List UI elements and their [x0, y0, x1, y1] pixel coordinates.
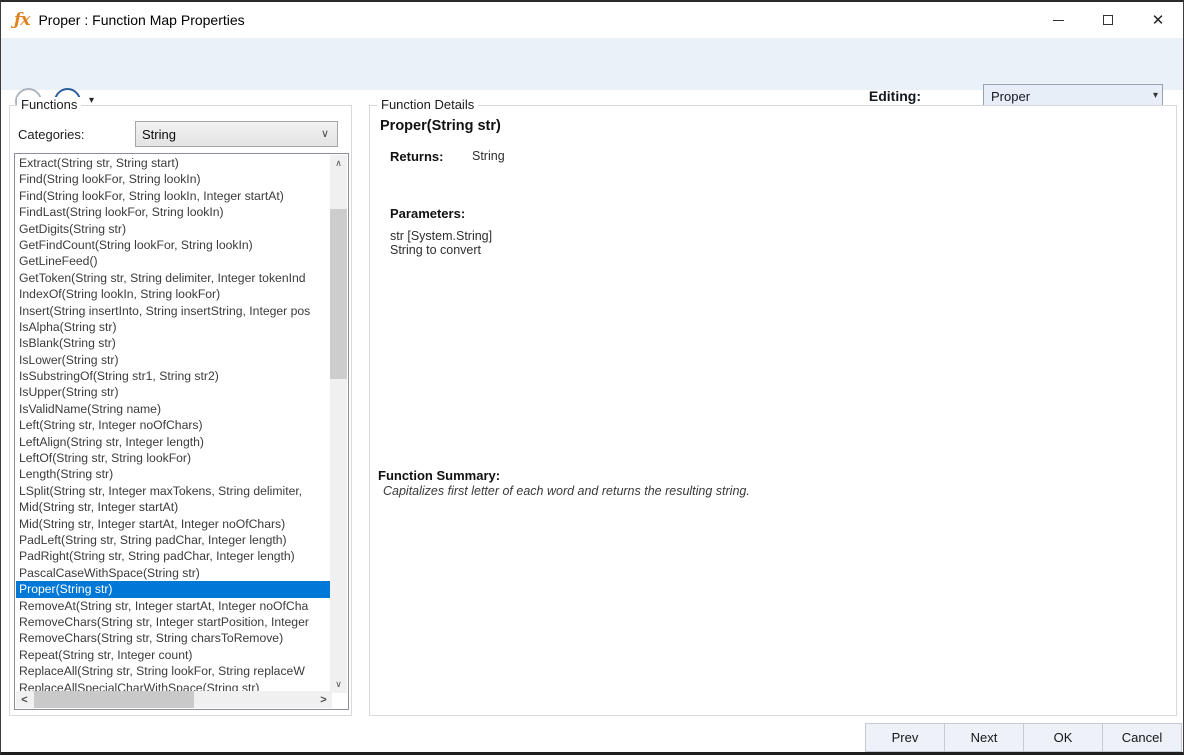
- function-details-group-title: Function Details: [377, 97, 478, 112]
- function-summary-text: Capitalizes first letter of each word an…: [383, 484, 750, 498]
- list-item[interactable]: LSplit(String str, Integer maxTokens, St…: [16, 483, 331, 499]
- list-item[interactable]: IsUpper(String str): [16, 384, 331, 400]
- list-item[interactable]: PadLeft(String str, String padChar, Inte…: [16, 532, 331, 548]
- returns-value: String: [472, 149, 505, 163]
- ok-button[interactable]: OK: [1023, 723, 1103, 752]
- list-item[interactable]: IsSubstringOf(String str1, String str2): [16, 368, 331, 384]
- list-item[interactable]: RemoveChars(String str, String charsToRe…: [16, 630, 331, 646]
- list-item[interactable]: Mid(String str, Integer startAt, Integer…: [16, 516, 331, 532]
- list-item[interactable]: Insert(String insertInto, String insertS…: [16, 303, 331, 319]
- list-item[interactable]: Find(String lookFor, String lookIn, Inte…: [16, 188, 331, 204]
- close-button[interactable]: ✕: [1133, 2, 1183, 38]
- categories-label: Categories:: [18, 127, 84, 142]
- list-item[interactable]: Mid(String str, Integer startAt): [16, 499, 331, 515]
- cancel-button[interactable]: Cancel: [1102, 723, 1182, 752]
- footer-buttons: PrevNextOKCancel: [866, 723, 1182, 752]
- list-item[interactable]: ReplaceAll(String str, String lookFor, S…: [16, 663, 331, 679]
- functions-group: Functions Categories: String ∨ Extract(S…: [9, 105, 352, 716]
- maximize-button[interactable]: [1083, 2, 1133, 38]
- list-item[interactable]: PascalCaseWithSpace(String str): [16, 565, 331, 581]
- horizontal-scrollbar[interactable]: < >: [16, 691, 332, 708]
- list-item[interactable]: IsValidName(String name): [16, 401, 331, 417]
- categories-dropdown[interactable]: String ∨: [135, 121, 338, 147]
- functions-group-title: Functions: [17, 97, 81, 112]
- list-item[interactable]: Length(String str): [16, 466, 331, 482]
- window-title: Proper : Function Map Properties: [38, 12, 244, 28]
- minimize-button[interactable]: [1033, 2, 1083, 38]
- function-listbox: Extract(String str, String start)Find(St…: [14, 153, 349, 710]
- list-item[interactable]: Extract(String str, String start): [16, 155, 331, 171]
- scroll-down-icon[interactable]: ∨: [330, 676, 347, 693]
- parameters-label: Parameters:: [390, 206, 465, 221]
- function-app-icon: ƒx: [14, 10, 29, 30]
- function-summary-label: Function Summary:: [378, 468, 500, 483]
- list-item[interactable]: GetLineFeed(): [16, 253, 331, 269]
- returns-label: Returns:: [390, 149, 443, 164]
- list-item[interactable]: IndexOf(String lookIn, String lookFor): [16, 286, 331, 302]
- list-item[interactable]: Proper(String str): [16, 581, 331, 597]
- list-item[interactable]: RemoveChars(String str, Integer startPos…: [16, 614, 331, 630]
- editing-label: Editing:: [869, 88, 921, 104]
- list-item[interactable]: PadRight(String str, String padChar, Int…: [16, 548, 331, 564]
- list-item[interactable]: Left(String str, Integer noOfChars): [16, 417, 331, 433]
- vertical-scroll-thumb[interactable]: [330, 209, 347, 379]
- maximize-icon: [1103, 15, 1113, 25]
- list-item[interactable]: IsAlpha(String str): [16, 319, 331, 335]
- list-item[interactable]: Repeat(String str, Integer count): [16, 647, 331, 663]
- list-item[interactable]: RemoveAt(String str, Integer startAt, In…: [16, 598, 331, 614]
- title-bar[interactable]: ƒx Proper : Function Map Properties ✕: [1, 2, 1183, 38]
- list-item[interactable]: GetDigits(String str): [16, 221, 331, 237]
- function-details-group: Function Details Proper(String str) Retu…: [369, 105, 1177, 716]
- next-button[interactable]: Next: [944, 723, 1024, 752]
- list-item[interactable]: GetFindCount(String lookFor, String look…: [16, 237, 331, 253]
- function-map-properties-dialog: ƒx Proper : Function Map Properties ✕ ← …: [0, 0, 1184, 755]
- toolbar: ← → ▾ Editing: Proper ▾: [1, 38, 1183, 90]
- categories-chevron-icon: ∨: [321, 127, 329, 140]
- function-signature: Proper(String str): [380, 118, 501, 134]
- vertical-scrollbar[interactable]: ∧ ∨: [330, 155, 347, 693]
- scroll-up-icon[interactable]: ∧: [330, 155, 347, 172]
- scroll-left-icon[interactable]: <: [16, 691, 33, 708]
- minimize-icon: [1053, 20, 1064, 21]
- list-item[interactable]: IsLower(String str): [16, 352, 331, 368]
- horizontal-scroll-thumb[interactable]: [34, 691, 194, 708]
- scroll-right-icon[interactable]: >: [315, 691, 332, 708]
- list-item[interactable]: IsBlank(String str): [16, 335, 331, 351]
- editing-dropdown-arrow-icon: ▾: [1153, 90, 1158, 101]
- close-icon: ✕: [1152, 11, 1165, 29]
- prev-button[interactable]: Prev: [865, 723, 945, 752]
- parameter-description: String to convert: [390, 243, 481, 257]
- list-item[interactable]: GetToken(String str, String delimiter, I…: [16, 270, 331, 286]
- editing-value: Proper: [991, 89, 1030, 104]
- parameter-name: str [System.String]: [390, 229, 492, 243]
- list-item[interactable]: LeftOf(String str, String lookFor): [16, 450, 331, 466]
- list-item[interactable]: Find(String lookFor, String lookIn): [16, 171, 331, 187]
- categories-value: String: [142, 127, 176, 142]
- function-list-items: Extract(String str, String start)Find(St…: [16, 155, 331, 692]
- list-item[interactable]: LeftAlign(String str, Integer length): [16, 434, 331, 450]
- list-item[interactable]: FindLast(String lookFor, String lookIn): [16, 204, 331, 220]
